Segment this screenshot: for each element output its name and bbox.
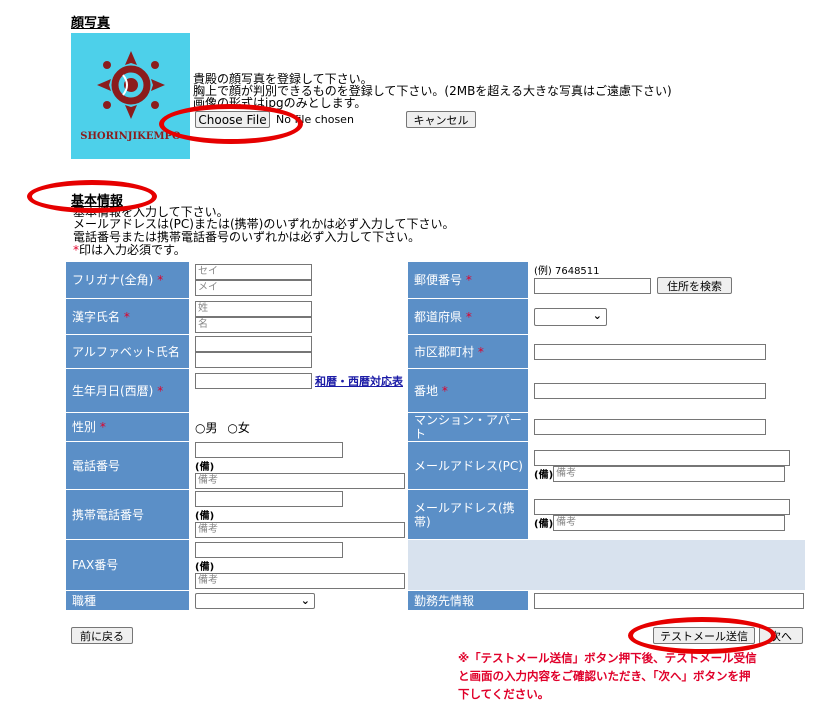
email-mobile-note-input[interactable]: 備考 (553, 514, 786, 531)
building-input[interactable] (534, 419, 766, 435)
fax-note-input[interactable]: 備考 (195, 572, 405, 589)
email-pc-note-input[interactable]: 備考 (553, 465, 786, 482)
photo-section-title: 顔写真 (71, 16, 111, 31)
choose-file-button[interactable]: Choose File (195, 111, 270, 128)
required-note: *印は入力必須です。 (73, 243, 186, 257)
furigana-sei-input[interactable]: セイ (195, 264, 312, 280)
mobile-label: 携帯電話番号 (65, 489, 190, 540)
email-pc-input[interactable] (534, 449, 790, 466)
furigana-mei-input[interactable]: メイ (195, 280, 312, 296)
shorinji-kempo-logo: SHORINJIKEMPO (71, 33, 190, 159)
phone-label: 電話番号 (65, 441, 190, 490)
basic-info-form: フリガナ(全角) * セイ メイ 郵便番号 * (例) 7648511 住所を検… (65, 261, 806, 611)
chevron-down-icon: ⌄ (592, 308, 602, 322)
email-mobile-input[interactable] (534, 498, 790, 515)
prefecture-select[interactable]: ⌄ (534, 307, 607, 326)
logo-text: SHORINJIKEMPO (80, 131, 181, 142)
fax-note-label: (備) (195, 561, 215, 573)
city-label: 市区郡町村 * (407, 334, 529, 369)
birthdate-label: 生年月日(西暦) * (65, 368, 190, 413)
mobile-note-input[interactable]: 備考 (195, 522, 405, 538)
mobile-note-label: (備) (195, 511, 215, 522)
phone-note-input[interactable]: 備考 (195, 473, 405, 489)
phone-note-label: (備) (195, 462, 215, 473)
kanji-sei-input[interactable]: 姓 (195, 300, 312, 317)
kanji-mei-input[interactable]: 名 (195, 316, 312, 333)
address-search-button[interactable]: 住所を検索 (657, 277, 732, 294)
postal-label: 郵便番号 * (407, 261, 529, 299)
era-conversion-link[interactable]: 和暦・西暦対応表 (315, 373, 403, 389)
no-file-chosen-text: No file chosen (276, 113, 354, 126)
email-mobile-label: メールアドレス(携帯) (407, 489, 529, 540)
fax-input[interactable] (195, 541, 343, 558)
phone-input[interactable] (195, 442, 343, 458)
basic-instruction-3: 電話番号または携帯電話番号のいずれかは必ず入力して下さい。 (73, 230, 421, 244)
postal-example: (例) 7648511 (534, 266, 600, 277)
email-pc-label: メールアドレス(PC) (407, 441, 529, 490)
back-button[interactable]: 前に戻る (71, 627, 133, 644)
street-input[interactable] (534, 382, 766, 399)
basic-instruction-2: メールアドレスは(PC)または(携帯)のいずれかは必ず入力して下さい。 (73, 217, 455, 231)
photo-instruction-3: 画像の形式はjpgのみとします。 (193, 96, 367, 110)
email-pc-note-label: (備) (534, 470, 554, 481)
notice-line-1: ※「テストメール送信」ボタン押下後、テストメール受信 (458, 651, 757, 665)
email-mobile-note-label: (備) (534, 519, 554, 530)
kanji-name-label: 漢字氏名 * (65, 298, 190, 335)
work-label: 勤務先情報 (407, 590, 529, 611)
gender-label: 性別 * (65, 412, 190, 442)
furigana-label: フリガナ(全角) * (65, 261, 190, 299)
next-button[interactable]: 次へ (759, 627, 803, 644)
notice-line-3: 下してください。 (458, 687, 550, 701)
gender-male-radio[interactable]: ○男 (195, 421, 218, 435)
empty-cell (407, 539, 806, 591)
city-input[interactable] (534, 343, 766, 360)
emblem-icon (96, 51, 165, 119)
building-label: マンション・アパート (407, 412, 529, 442)
postal-input[interactable] (534, 277, 651, 294)
test-mail-button[interactable]: テストメール送信 (653, 627, 755, 644)
work-input[interactable] (534, 592, 804, 609)
alphabet-first-input[interactable] (195, 335, 312, 352)
job-select[interactable]: ⌄ (195, 592, 315, 609)
alphabet-name-label: アルファベット氏名 (65, 334, 190, 369)
job-label: 職種 (65, 590, 190, 611)
photo-cancel-button[interactable]: キャンセル (406, 111, 476, 128)
fax-label: FAX番号 (65, 539, 190, 591)
notice-line-2: と画面の入力内容をご確認いただき、「次へ」ボタンを押 (458, 669, 751, 683)
chevron-down-icon: ⌄ (300, 593, 310, 607)
gender-female-radio[interactable]: ○女 (227, 421, 250, 435)
birthdate-input[interactable] (195, 373, 312, 389)
alphabet-last-input[interactable] (195, 351, 312, 368)
mobile-input[interactable] (195, 491, 343, 507)
street-label: 番地 * (407, 368, 529, 413)
prefecture-label: 都道府県 * (407, 298, 529, 335)
